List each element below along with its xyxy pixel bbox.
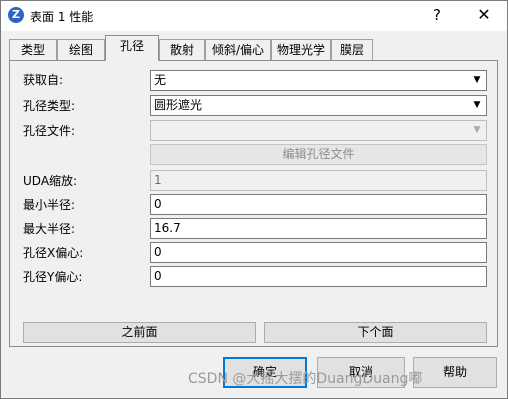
uda-scale-label: UDA缩放:: [23, 174, 78, 188]
edit-aperture-file-button[interactable]: 编辑孔径文件: [150, 144, 487, 165]
tab-tilt-decenter[interactable]: 倾斜/偏心: [205, 39, 271, 61]
source-label: 获取自:: [23, 73, 64, 87]
tab-type[interactable]: 类型: [9, 39, 57, 61]
tab-scatter[interactable]: 散射: [159, 39, 205, 61]
window-title: 表面 1 性能: [30, 10, 94, 24]
source-value: 无: [154, 73, 167, 87]
x-decenter-label: 孔径X偏心:: [23, 246, 84, 260]
source-select[interactable]: 无 ▼: [150, 70, 487, 91]
min-radius-field[interactable]: 0: [150, 194, 487, 215]
help-button[interactable]: 帮助: [413, 357, 497, 388]
aperture-type-value: 圆形遮光: [154, 98, 203, 112]
x-decenter-field[interactable]: 0: [150, 242, 487, 263]
close-icon[interactable]: ✕: [473, 4, 495, 26]
app-icon: Z: [8, 7, 24, 23]
aperture-file-select[interactable]: ▼: [150, 120, 487, 141]
aperture-type-label: 孔径类型:: [23, 99, 76, 113]
tab-aperture[interactable]: 孔径: [105, 35, 159, 61]
chevron-down-icon: ▼: [473, 125, 481, 135]
tab-physical-optics[interactable]: 物理光学: [271, 39, 331, 61]
next-surface-button[interactable]: 下个面: [264, 322, 487, 343]
tab-draw[interactable]: 绘图: [57, 39, 105, 61]
min-radius-label: 最小半径:: [23, 198, 76, 212]
help-icon[interactable]: ?: [426, 4, 448, 26]
aperture-file-label: 孔径文件:: [23, 124, 76, 138]
max-radius-label: 最大半径:: [23, 222, 76, 236]
watermark: CSDN @大摇大摆的DuangDuang嘟: [188, 371, 423, 387]
title-bar: Z 表面 1 性能 ? ✕: [1, 1, 507, 31]
prev-surface-button[interactable]: 之前面: [23, 322, 256, 343]
tab-panel-aperture: 获取自: 无 ▼ 孔径类型: 圆形遮光 ▼ 孔径文件: ▼ 编辑孔径文件 UDA…: [9, 60, 498, 347]
y-decenter-field[interactable]: 0: [150, 266, 487, 287]
max-radius-field[interactable]: 16.7: [150, 218, 487, 239]
uda-scale-field[interactable]: 1: [150, 170, 487, 191]
dialog-window: Z 表面 1 性能 ? ✕ 类型 绘图 孔径 散射 倾斜/偏心 物理光学 膜层 …: [0, 0, 508, 399]
chevron-down-icon: ▼: [473, 75, 481, 85]
tab-coating[interactable]: 膜层: [331, 39, 373, 61]
y-decenter-label: 孔径Y偏心:: [23, 270, 83, 284]
chevron-down-icon: ▼: [473, 100, 481, 110]
aperture-type-select[interactable]: 圆形遮光 ▼: [150, 95, 487, 116]
